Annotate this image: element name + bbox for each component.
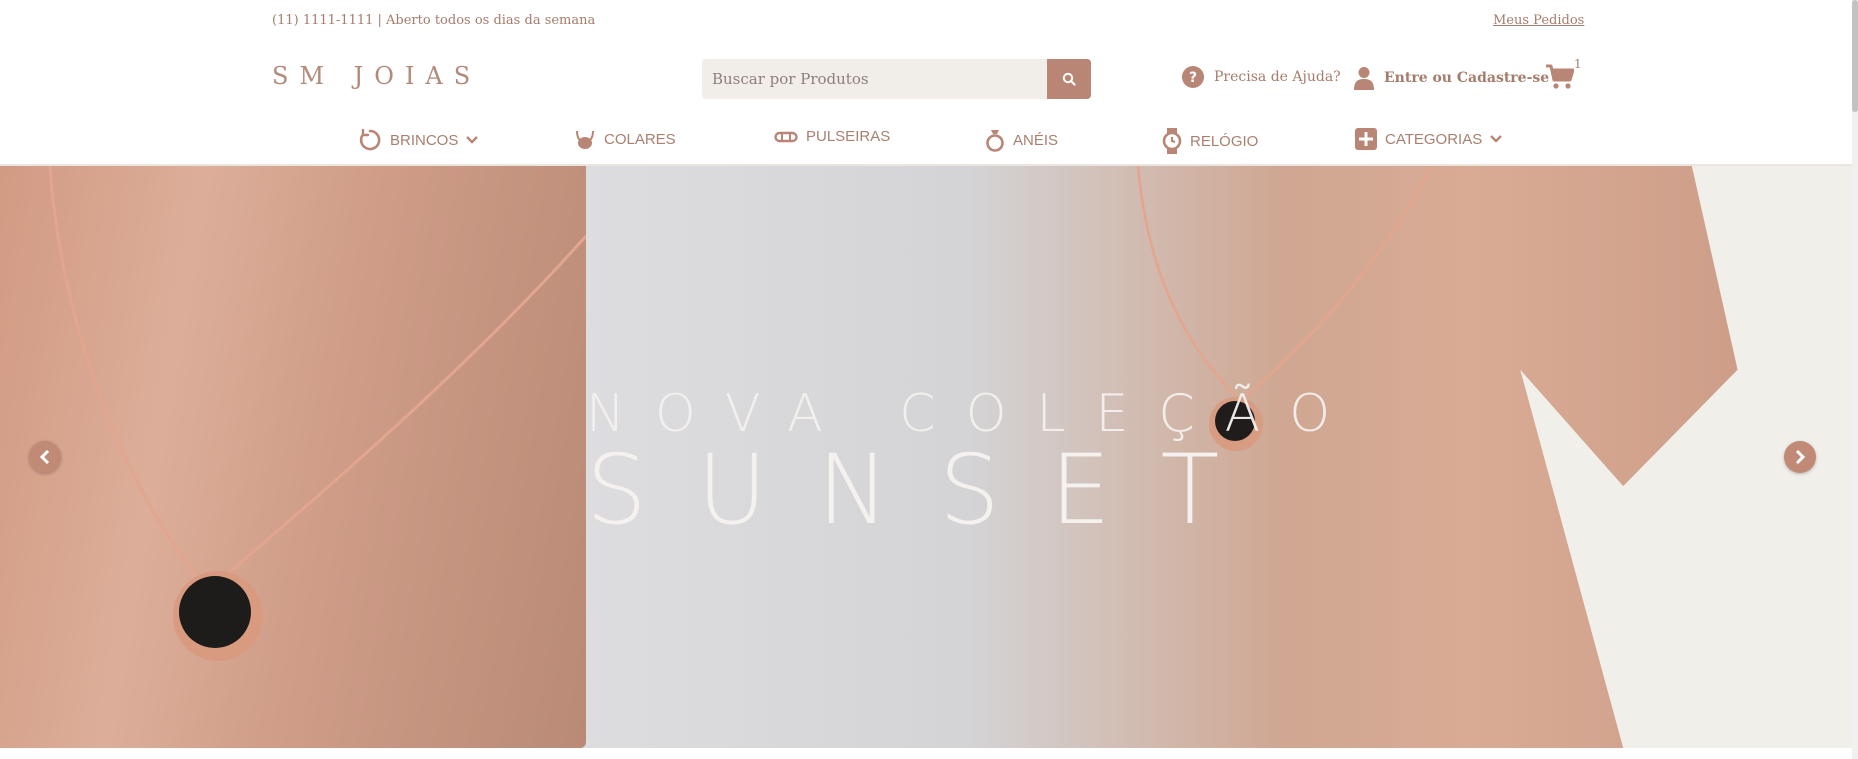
banner-headline: NOVA COLEÇÃO SUNSET	[586, 384, 1360, 538]
banner-photo-left	[0, 166, 586, 748]
page-scrollbar[interactable]	[1852, 0, 1858, 759]
login-label: Entre ou Cadastre-se	[1384, 70, 1550, 86]
nav-item-pulseiras[interactable]: PULSEIRAS	[774, 128, 890, 145]
search-input[interactable]	[702, 59, 1047, 99]
nav-item-categorias[interactable]: CATEGORIAS	[1355, 128, 1503, 150]
nav-item-relogio[interactable]: RELÓGIO	[1162, 128, 1258, 154]
question-circle-icon: ?	[1182, 66, 1204, 88]
watch-icon	[1162, 128, 1182, 154]
help-link[interactable]: ? Precisa de Ajuda?	[1182, 66, 1341, 88]
nav-label: RELÓGIO	[1190, 132, 1259, 150]
search-button[interactable]	[1047, 59, 1091, 99]
nav-item-brincos[interactable]: BRINCOS	[358, 128, 479, 152]
necklace-icon	[576, 130, 594, 149]
plus-square-icon	[1355, 128, 1377, 150]
nav-label: COLARES	[604, 130, 676, 148]
user-icon	[1354, 67, 1374, 90]
nav-item-aneis[interactable]: ANÉIS	[985, 128, 1058, 152]
search-icon	[1062, 72, 1076, 86]
cart-button[interactable]: 1	[1546, 57, 1582, 94]
contact-info: (11) 1111-1111 | Aberto todos os dias da…	[272, 13, 596, 28]
nav-label: ANÉIS	[1013, 131, 1059, 149]
necklace-photo-left	[48, 166, 586, 661]
banner-title: SUNSET	[586, 434, 1270, 546]
hero-banner[interactable]: NOVA COLEÇÃO SUNSET	[0, 166, 1852, 748]
chevron-down-icon	[466, 136, 479, 144]
scrollbar-thumb[interactable]	[1852, 0, 1858, 112]
earring-icon	[359, 128, 381, 151]
login-link[interactable]: Entre ou Cadastre-se	[1354, 66, 1549, 90]
my-orders-link[interactable]: Meus Pedidos	[1493, 13, 1584, 28]
top-bar: (11) 1111-1111 | Aberto todos os dias da…	[0, 0, 1852, 40]
nav-label: CATEGORIAS	[1385, 130, 1483, 148]
chevron-down-icon	[1490, 135, 1503, 143]
carousel-prev-button[interactable]	[29, 441, 61, 473]
cart-count-badge: 1	[1574, 57, 1582, 71]
nav-item-colares[interactable]: COLARES	[574, 128, 676, 150]
site-logo[interactable]: SM JOIAS	[272, 62, 481, 90]
banner-subtitle: NOVA COLEÇÃO	[586, 384, 1361, 444]
ring-icon	[986, 130, 1004, 152]
search-bar	[702, 59, 1091, 99]
carousel-next-button[interactable]	[1784, 441, 1816, 473]
main-nav: BRINCOS COLARES PULSEIRAS ANÉIS RELÓGIO …	[0, 120, 1852, 160]
nav-label: BRINCOS	[390, 131, 459, 149]
chevron-left-icon	[39, 450, 50, 464]
nav-label: PULSEIRAS	[806, 128, 891, 145]
chevron-right-icon	[1795, 450, 1806, 464]
cart-icon	[1546, 64, 1575, 89]
svg-text:?: ?	[1189, 70, 1197, 86]
bracelet-icon	[774, 131, 798, 142]
help-label: Precisa de Ajuda?	[1214, 69, 1341, 85]
